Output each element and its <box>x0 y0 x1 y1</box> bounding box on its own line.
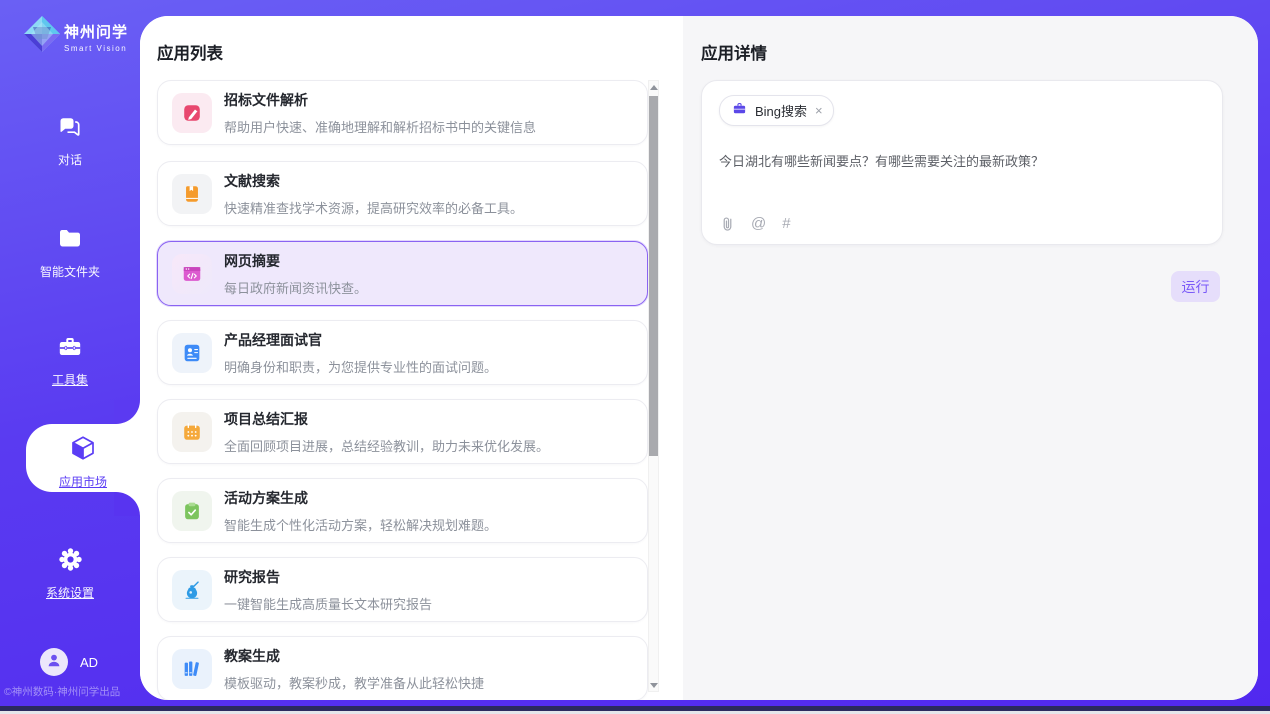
app-desc: 智能生成个性化活动方案，轻松解决规划难题。 <box>224 515 497 534</box>
sidebar-item-toolbox[interactable]: 工具集 <box>0 334 140 388</box>
app-desc: 帮助用户快速、准确地理解和解析招标书中的关键信息 <box>224 117 536 136</box>
app-name: 项目总结汇报 <box>224 409 549 429</box>
browser-code-icon <box>172 254 212 294</box>
prompt-card: Bing搜索 × 今日湖北有哪些新闻要点？有哪些需要关注的最新政策？ @ # <box>701 80 1223 245</box>
app-name: 研究报告 <box>224 567 432 587</box>
sidebar-item-label: 工具集 <box>0 371 140 388</box>
active-tab-flare-top <box>114 400 140 424</box>
app-name: 活动方案生成 <box>224 488 497 508</box>
briefcase-icon <box>732 101 747 121</box>
app-desc: 全面回顾项目进展，总结经验教训，助力未来优化发展。 <box>224 436 549 455</box>
close-icon[interactable]: × <box>815 104 823 117</box>
prompt-toolbar: @ # <box>720 215 791 232</box>
active-tab-flare-bottom <box>114 492 140 516</box>
app-name: 教案生成 <box>224 646 484 666</box>
list-item-pm-interviewer[interactable]: 产品经理面试官 明确身份和职责，为您提供专业性的面试问题。 <box>157 320 648 385</box>
app-desc: 明确身份和职责，为您提供专业性的面试问题。 <box>224 357 497 376</box>
at-icon[interactable]: @ <box>751 215 766 232</box>
clipboard-check-icon <box>172 491 212 531</box>
sidebar-item-label: 对话 <box>0 151 140 168</box>
app-window: 神州问学 Smart Vision 对话 智能文件夹 <box>0 0 1270 714</box>
sidebar-item-smart-folder[interactable]: 智能文件夹 <box>0 226 140 280</box>
books-icon <box>172 649 212 689</box>
toolbox-icon <box>57 334 83 365</box>
brand-logo: 神州问学 Smart Vision <box>20 12 128 61</box>
brand-name: 神州问学 <box>64 21 128 42</box>
app-list-panel: 应用列表 招标文件解析 帮助用户快速、准确地理解和解析招标书中的关键信息 <box>140 16 683 700</box>
app-name: 网页摘要 <box>224 251 367 271</box>
avatar <box>40 648 68 676</box>
app-name: 招标文件解析 <box>224 90 536 110</box>
list-scrollbar[interactable] <box>648 80 659 692</box>
copyright-footer: ©神州数码·神州问学出品 <box>4 684 120 699</box>
folder-icon <box>57 226 83 257</box>
app-desc: 每日政府新闻资讯快查。 <box>224 278 367 297</box>
list-item-event-plan[interactable]: 活动方案生成 智能生成个性化活动方案，轻松解决规划难题。 <box>157 478 648 543</box>
scroll-up-arrow-icon[interactable] <box>649 81 658 93</box>
person-icon <box>45 651 63 674</box>
calendar-icon <box>172 412 212 452</box>
sidebar: 神州问学 Smart Vision 对话 智能文件夹 <box>0 0 140 714</box>
book-icon <box>172 174 212 214</box>
cube-icon <box>69 434 97 467</box>
user-name: AD <box>80 655 98 670</box>
ink-icon <box>172 570 212 610</box>
sidebar-item-settings[interactable]: 系统设置 <box>0 546 140 601</box>
user-account[interactable]: AD <box>40 648 98 676</box>
resume-icon <box>172 333 212 373</box>
list-item-literature-search[interactable]: 文献搜索 快速精准查找学术资源，提高研究效率的必备工具。 <box>157 161 648 226</box>
tool-chip-label: Bing搜索 <box>755 101 807 120</box>
app-name: 产品经理面试官 <box>224 330 497 350</box>
hash-icon[interactable]: # <box>782 215 790 232</box>
main-content: 应用列表 招标文件解析 帮助用户快速、准确地理解和解析招标书中的关键信息 <box>140 16 1258 700</box>
chat-icon <box>57 114 83 145</box>
app-desc: 快速精准查找学术资源，提高研究效率的必备工具。 <box>224 198 523 217</box>
list-item-bid-analysis[interactable]: 招标文件解析 帮助用户快速、准确地理解和解析招标书中的关键信息 <box>157 80 648 145</box>
sidebar-item-label: 应用市场 <box>13 473 153 490</box>
gear-icon <box>57 546 84 578</box>
run-button[interactable]: 运行 <box>1171 271 1220 302</box>
app-detail-panel: 应用详情 Bing搜索 × 今日湖北有哪些新闻要点？有哪些需要关注的最新政策？ <box>683 16 1258 700</box>
scroll-down-arrow-icon[interactable] <box>649 679 658 691</box>
scrollbar-thumb[interactable] <box>649 96 658 456</box>
prompt-input[interactable]: 今日湖北有哪些新闻要点？有哪些需要关注的最新政策？ <box>719 151 1207 170</box>
gem-logo-icon <box>20 12 64 61</box>
list-item-project-report[interactable]: 项目总结汇报 全面回顾项目进展，总结经验教训，助力未来优化发展。 <box>157 399 648 464</box>
app-name: 文献搜索 <box>224 171 523 191</box>
app-detail-title: 应用详情 <box>701 40 767 64</box>
paperclip-icon[interactable] <box>720 215 735 232</box>
tool-chip-bing-search[interactable]: Bing搜索 × <box>719 95 834 126</box>
app-list-title: 应用列表 <box>157 40 223 64</box>
list-item-web-summary[interactable]: 网页摘要 每日政府新闻资讯快查。 <box>157 241 648 306</box>
list-item-lesson-plan[interactable]: 教案生成 模板驱动，教案秒成，教学准备从此轻松快捷 <box>157 636 648 700</box>
brand-tagline: Smart Vision <box>64 44 128 53</box>
list-item-research-report[interactable]: 研究报告 一键智能生成高质量长文本研究报告 <box>157 557 648 622</box>
app-desc: 模板驱动，教案秒成，教学准备从此轻松快捷 <box>224 673 484 692</box>
sidebar-item-app-market[interactable]: 应用市场 <box>26 424 140 492</box>
doc-edit-icon <box>172 93 212 133</box>
sidebar-item-chat[interactable]: 对话 <box>0 114 140 168</box>
sidebar-item-label: 系统设置 <box>0 584 140 601</box>
sidebar-item-label: 智能文件夹 <box>0 263 140 280</box>
app-desc: 一键智能生成高质量长文本研究报告 <box>224 594 432 613</box>
